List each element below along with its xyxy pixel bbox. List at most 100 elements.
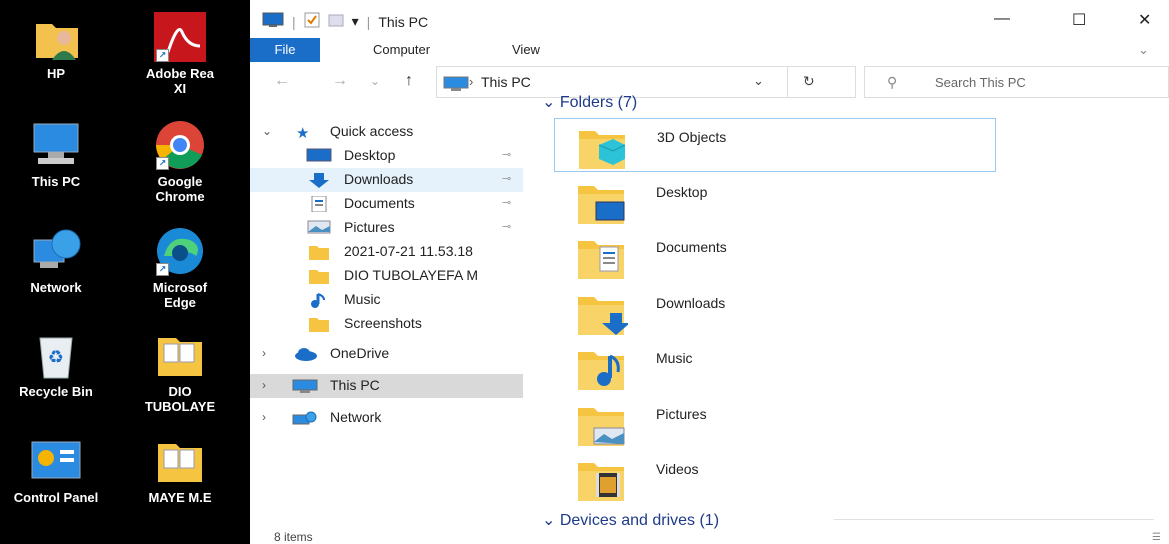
explorer-icon [262, 12, 284, 31]
nav-item-label: Pictures [344, 219, 395, 235]
desktop-icon-label: This PC [31, 174, 81, 189]
pin-icon[interactable]: ⊸ [502, 220, 511, 233]
nav-item-label: Quick access [330, 123, 414, 139]
documents-folder-icon [576, 235, 624, 279]
nav-item-label: Network [330, 409, 382, 425]
desktop-icon-label: Control Panel [13, 490, 99, 505]
maximize-button[interactable]: ☐ [1072, 10, 1086, 30]
customize-toolbar-icon[interactable]: ▾ [352, 13, 359, 30]
quick-access-toolbar: | ▾ | This PC [262, 12, 428, 31]
desktop-icon-chrome[interactable]: ↗ Google Chrome [120, 120, 240, 204]
pin-icon[interactable]: ⊸ [502, 172, 511, 185]
folder-item[interactable]: Documents [554, 229, 996, 283]
nav-item-label: Documents [344, 195, 415, 211]
desktop-icon-user[interactable]: HP [0, 12, 116, 81]
nav-quick-access[interactable]: ⌄ ★ Quick access [250, 120, 523, 144]
desktop: HP ↗ Adobe Rea XI This PC ↗ Google Chrome Netw… [0, 0, 250, 544]
folders-group-header[interactable]: ⌄ Folders (7) [542, 92, 637, 112]
breadcrumb[interactable]: This PC [481, 74, 531, 90]
nav-item-pictures[interactable]: Pictures ⊸ [250, 216, 523, 240]
desktop-icon-control[interactable]: Control Panel [0, 436, 116, 505]
desktop-icon-network[interactable]: Network [0, 226, 116, 295]
user-icon [30, 12, 82, 62]
search-icon: ⚲ [887, 74, 898, 90]
nav-item-label: OneDrive [330, 345, 390, 361]
nav-item-music[interactable]: Music [250, 288, 523, 312]
svg-text:♻: ♻ [48, 347, 64, 367]
desktop-icon-folder[interactable]: DIO TUBOLAYE [120, 330, 240, 414]
this-pc-icon [292, 379, 318, 393]
window-title: This PC [378, 13, 429, 30]
pictures-folder-icon [576, 402, 625, 446]
downloads-icon [306, 172, 329, 188]
folder-label: Documents [656, 239, 727, 255]
folder-label: Pictures [656, 405, 707, 422]
folder-item[interactable]: Downloads [554, 285, 996, 339]
nav-this-pc[interactable]: › This PC [250, 374, 523, 398]
chevron-right-icon[interactable]: › [262, 410, 266, 424]
devices-group-header[interactable]: ⌄ Devices and drives (1) [542, 510, 719, 530]
nav-network[interactable]: › Network [250, 406, 523, 430]
close-button[interactable]: ✕ [1138, 10, 1151, 30]
nav-item-desktop[interactable]: Desktop ⊸ [250, 144, 523, 168]
nav-item-documents[interactable]: Documents ⊸ [250, 192, 523, 216]
forward-button[interactable]: → [332, 72, 348, 90]
desktop-icon-label: Network [30, 280, 82, 295]
tab-file[interactable]: File [250, 38, 320, 62]
desktop-icon-edge[interactable]: ↗ Microsof Edge [120, 226, 240, 310]
address-bar[interactable]: › This PC ⌄ ↻ [436, 66, 856, 98]
music-folder-icon [576, 346, 624, 390]
network-icon [30, 226, 82, 276]
folder-label: Downloads [656, 294, 726, 311]
refresh-icon[interactable]: ↻ [803, 73, 815, 90]
chevron-right-icon[interactable]: › [262, 346, 266, 360]
divider [787, 67, 788, 97]
folder-item[interactable]: Desktop [554, 174, 996, 228]
details-view-icon[interactable]: ☰ [1152, 532, 1161, 543]
desktop-icon-pdf[interactable]: ↗ Adobe Rea XI [120, 12, 240, 96]
new-folder-icon[interactable] [328, 12, 344, 31]
folder-icon [154, 436, 206, 486]
edge-icon: ↗ [154, 226, 206, 276]
nav-item-downloads[interactable]: Downloads ⊸ [250, 168, 523, 192]
folder-label: Videos [656, 461, 699, 477]
star-icon: ★ [296, 125, 310, 142]
desktop-icon-pc[interactable]: This PC [0, 120, 116, 189]
chevron-down-icon[interactable]: ⌄ [262, 124, 272, 138]
tab-view[interactable]: View [512, 38, 540, 62]
shortcut-arrow-icon: ↗ [156, 157, 169, 170]
up-button[interactable]: ↑ [405, 72, 413, 90]
tab-computer[interactable]: Computer [373, 38, 430, 62]
toolbar-separator: | [292, 13, 296, 30]
nav-item-2021-07-21-11-53-18[interactable]: 2021-07-21 11.53.18 [250, 240, 523, 264]
folder-label: 3D Objects [657, 129, 727, 145]
shortcut-arrow-icon: ↗ [156, 263, 169, 276]
documents-icon [306, 195, 328, 213]
folder-label: Desktop [656, 183, 708, 200]
folder-label: Music [656, 350, 693, 366]
nav-onedrive[interactable]: › OneDrive [250, 342, 523, 366]
properties-icon[interactable] [304, 12, 320, 31]
folder-item[interactable]: Pictures [554, 396, 996, 450]
minimize-button[interactable]: — [994, 10, 1010, 28]
folder-item[interactable]: 3D Objects [554, 118, 996, 172]
nav-item-label: 2021-07-21 11.53.18 [344, 243, 473, 259]
desktop-icon-label: MAYE M.E [148, 490, 212, 505]
recent-locations-button[interactable]: ⌄ [370, 74, 380, 88]
address-dropdown-icon[interactable]: ⌄ [753, 73, 764, 89]
pin-icon[interactable]: ⊸ [502, 196, 511, 209]
search-input[interactable]: ⚲ Search This PC [864, 66, 1169, 98]
back-button[interactable]: ← [274, 72, 290, 90]
nav-item-dio-tubolayefa-m[interactable]: DIO TUBOLAYEFA M [250, 264, 523, 288]
expand-ribbon-icon[interactable]: ⌄ [1138, 38, 1149, 62]
folder-item[interactable]: Videos [554, 451, 996, 505]
desktop-icon-folder[interactable]: MAYE M.E [120, 436, 240, 505]
desktop-icon-recycle[interactable]: ♻ Recycle Bin [0, 330, 116, 399]
pin-icon[interactable]: ⊸ [502, 148, 511, 161]
chevron-right-icon[interactable]: › [262, 378, 266, 392]
folder-icon [306, 268, 329, 284]
pdf-icon: ↗ [154, 12, 206, 62]
cloud-icon [294, 347, 317, 361]
folder-item[interactable]: Music [554, 340, 996, 394]
nav-item-screenshots[interactable]: Screenshots [250, 312, 523, 336]
